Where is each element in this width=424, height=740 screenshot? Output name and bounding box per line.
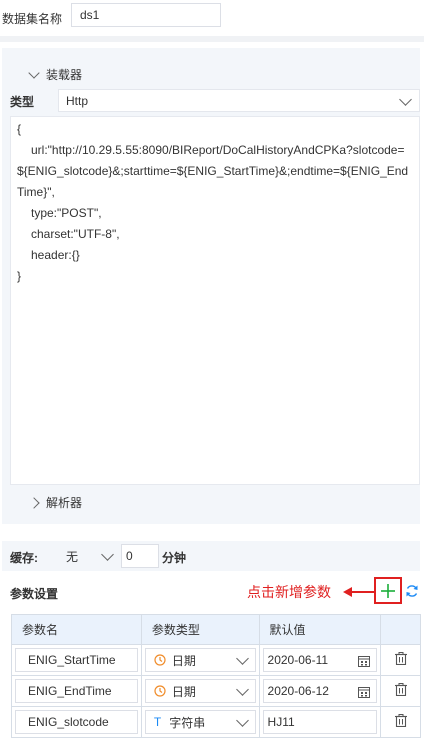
chevron-down-icon (399, 93, 412, 106)
code-line: } (17, 269, 22, 283)
cache-select-value: 无 (66, 549, 79, 564)
parser-header[interactable]: 解析器 (28, 494, 83, 511)
param-name-input[interactable]: ENIG_EndTime (15, 679, 138, 703)
table-row: ENIG_slotcode T 字符串 HJ11 (11, 706, 421, 738)
param-type-select[interactable]: 日期 (144, 648, 256, 672)
add-param-annotation: 点击新增参数 (247, 584, 331, 600)
add-param-button[interactable] (374, 577, 402, 604)
calendar-icon[interactable] (358, 655, 371, 667)
param-default-input[interactable]: 2020-06-12 (262, 679, 378, 703)
table-row: ENIG_EndTime 日期 2020-06-12 (11, 675, 421, 707)
column-header: 默认值 (258, 614, 382, 645)
clock-icon (154, 685, 166, 697)
chevron-down-icon (28, 66, 40, 79)
trash-icon[interactable] (394, 714, 407, 728)
param-type-value: 日期 (171, 653, 196, 668)
param-name-value: ENIG_EndTime (28, 684, 112, 698)
param-type-select[interactable]: T 字符串 (144, 710, 256, 734)
table-row: ENIG_StartTime 日期 2020-06-11 (11, 644, 421, 676)
param-type-select[interactable]: 日期 (144, 679, 256, 703)
loader-header[interactable]: 装载器 (28, 66, 83, 83)
chevron-right-icon (28, 496, 40, 509)
chevron-down-icon (101, 548, 114, 561)
param-default-input[interactable]: HJ11 (262, 710, 378, 734)
loader-title: 装载器 (46, 68, 83, 82)
param-type-value: 字符串 (169, 715, 206, 730)
loader-code-editor[interactable]: { url:"http://10.29.5.55:8090/BIReport/D… (10, 116, 420, 485)
params-title: 参数设置 (10, 587, 59, 601)
column-header-actions (380, 614, 421, 645)
cache-select[interactable]: 无 (58, 544, 118, 568)
params-table: 参数名 参数类型 默认值 ENIG_StartTime 日期 2020-06-1… (11, 614, 421, 738)
arrow-left-icon (343, 587, 374, 597)
code-line: { (17, 122, 22, 136)
param-name-input[interactable]: ENIG_slotcode (15, 710, 138, 734)
column-header: 参数名 (11, 614, 142, 645)
table-header-row: 参数名 参数类型 默认值 (11, 614, 421, 645)
text-type-icon: T (153, 715, 162, 729)
param-name-input[interactable]: ENIG_StartTime (15, 648, 138, 672)
type-label: 类型 (10, 95, 35, 109)
refresh-icon[interactable] (405, 584, 419, 598)
param-name-value: ENIG_StartTime (28, 653, 116, 667)
param-name-value: ENIG_slotcode (28, 715, 109, 729)
param-default-value: 2020-06-12 (267, 684, 329, 698)
param-default-input[interactable]: 2020-06-11 (262, 648, 378, 672)
code-line: url:"http://10.29.5.55:8090/BIReport/DoC… (17, 143, 409, 199)
type-select[interactable]: Http (58, 89, 420, 112)
type-select-value: Http (66, 93, 89, 108)
trash-icon[interactable] (394, 683, 407, 697)
chevron-down-icon (235, 714, 249, 727)
divider (0, 36, 424, 42)
dataset-name-label: 数据集名称 (2, 12, 63, 26)
parser-title: 解析器 (46, 496, 83, 510)
code-line: charset:"UTF-8", (31, 227, 120, 241)
dataset-name-input[interactable]: ds1 (71, 3, 221, 27)
calendar-icon[interactable] (358, 686, 371, 698)
column-header: 参数类型 (140, 614, 260, 645)
code-line: type:"POST", (31, 206, 102, 220)
cache-unit: 分钟 (162, 551, 187, 565)
param-default-value: 2020-06-11 (267, 653, 329, 667)
chevron-down-icon (235, 683, 249, 696)
code-line: header:{} (31, 248, 80, 262)
chevron-down-icon (235, 652, 249, 665)
cache-label: 缓存: (10, 551, 38, 565)
trash-icon[interactable] (394, 652, 407, 666)
param-default-value: HJ11 (267, 715, 295, 729)
plus-icon (381, 583, 395, 598)
param-type-value: 日期 (171, 684, 196, 699)
cache-number-input[interactable]: 0 (121, 544, 159, 568)
clock-icon (154, 654, 166, 666)
